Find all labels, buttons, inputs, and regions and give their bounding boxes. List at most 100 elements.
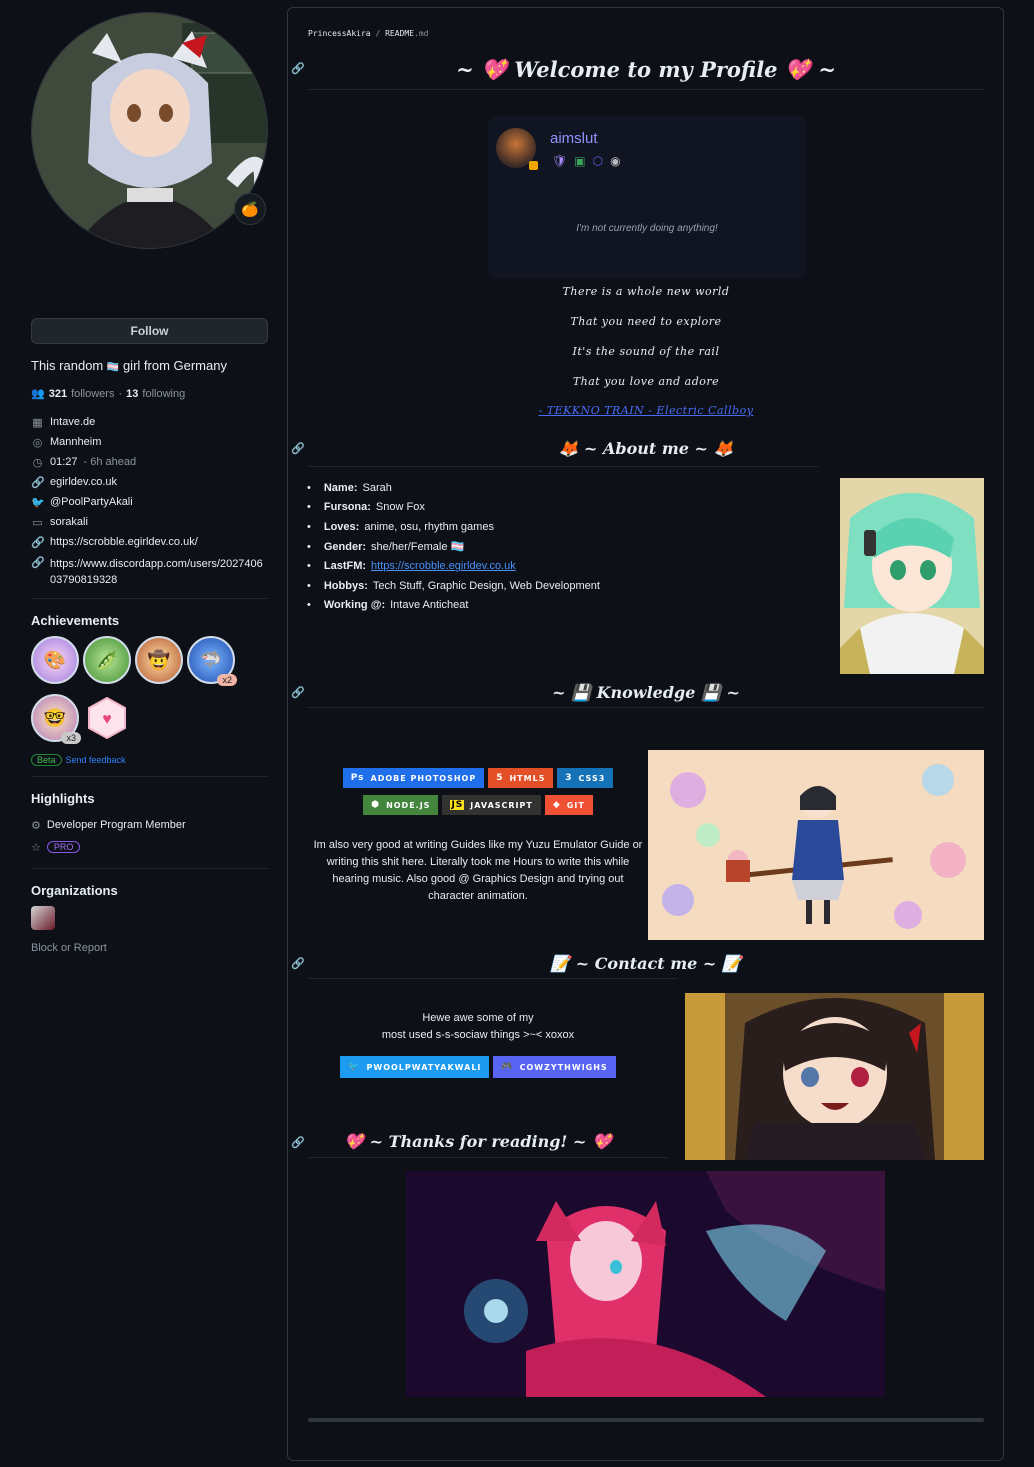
badge-html5[interactable]: 5 HTML5 (488, 768, 554, 788)
about-value: anime, osu, rhythm games (364, 520, 494, 533)
verified-dev-icon: ⬡ (592, 154, 604, 168)
bio-before: This random (31, 358, 104, 373)
badge-label: PWOOLPWATYAKWALI (366, 1062, 482, 1072)
crumb-user[interactable]: PrincessAkira (308, 29, 371, 38)
about-item: Hobbys: Tech Stuff, Graphic Design, Web D… (307, 576, 600, 596)
social-link-row-1: 🔗 https://scrobble.egirldev.co.uk/ (31, 536, 268, 556)
twitter-bird-icon: 🐦 (31, 497, 45, 509)
about-heading: 🦊 ~ About me ~ 🦊 (558, 439, 734, 458)
social-link-row-2: 🔗 https://www.discordapp.com/users/20274… (31, 556, 268, 588)
lastfm-link[interactable]: https://scrobble.egirldev.co.uk (371, 560, 516, 572)
heading-rule (308, 466, 818, 467)
highlight-pro: ☆ PRO (31, 836, 268, 858)
anchor-link-icon[interactable]: 🔗 (291, 957, 305, 970)
link-icon: 🔗 (31, 537, 45, 549)
knowledge-heading: ~ 💾 Knowledge 💾 ~ (552, 683, 740, 702)
knowledge-image (648, 750, 984, 940)
anchor-link-icon[interactable]: 🔗 (291, 442, 305, 455)
scrobble-link[interactable]: https://scrobble.egirldev.co.uk/ (50, 536, 198, 548)
org-avatar[interactable] (31, 906, 55, 930)
badge-photoshop[interactable]: Ps ADOBE PHOTOSHOP (342, 768, 485, 788)
badge-label: HTML5 (509, 773, 546, 783)
website-row: 🔗 egirldev.co.uk (31, 476, 268, 496)
git-icon: ◆ (552, 800, 561, 810)
about-label: Name: (323, 481, 358, 494)
anchor-link-icon[interactable]: 🔗 (291, 62, 305, 75)
link-icon: 🔗 (31, 477, 45, 489)
song-link[interactable]: - TEKKNO TRAIN - Electric Callboy (539, 404, 754, 417)
about-item: Fursona: Snow Fox (307, 498, 600, 518)
block-report-link[interactable]: Block or Report (31, 942, 268, 954)
link-icon: 🔗 (31, 557, 45, 569)
feedback-row: Beta Send feedback (31, 754, 268, 766)
about-label: Hobbys: (323, 579, 368, 592)
html5-icon: 5 (496, 773, 504, 783)
achievement-quickdraw[interactable]: 🤠 (135, 636, 183, 684)
anchor-link-icon[interactable]: 🔗 (291, 1136, 305, 1149)
cpu-icon: ⚙ (31, 819, 41, 832)
about-image (840, 478, 984, 674)
twitch-link[interactable]: sorakali (50, 516, 88, 528)
website-link[interactable]: egirldev.co.uk (50, 476, 117, 488)
nodejs-icon: ⬢ (371, 800, 381, 810)
badge-label: CSS3 (578, 773, 606, 783)
anchor-link-icon[interactable]: 🔗 (291, 686, 305, 699)
about-item: Working @: Intave Anticheat (307, 596, 600, 616)
discord-status: I'm not currently doing anything! (576, 223, 718, 234)
hypesquad-icon: 🛡 (552, 154, 568, 168)
css3-icon: 3 (565, 773, 573, 783)
building-icon: ▦ (32, 417, 43, 429)
achievement-yolo[interactable]: 🎨 (31, 636, 79, 684)
badge-discord[interactable]: 🎮 COWZYTHWIGHS (493, 1056, 616, 1078)
company: Intave.de (50, 416, 96, 428)
discord-badges: 🛡 ▣ ⬡ ◉ (552, 154, 621, 168)
followers-label[interactable]: followers (71, 388, 114, 400)
location-pin-icon: ◎ (32, 437, 43, 449)
breadcrumb: PrincessAkira / README.md (308, 29, 428, 38)
avatar[interactable] (31, 12, 268, 249)
dev-program-label: Developer Program Member (46, 819, 186, 831)
heading-rule (308, 1157, 668, 1158)
status-emoji[interactable]: 🍊 (234, 193, 266, 225)
highlights-title: Highlights (31, 791, 95, 806)
following-label[interactable]: following (142, 388, 185, 400)
badge-javascript[interactable]: JS JAVASCRIPT (442, 795, 541, 815)
twitter-link[interactable]: @PoolPartyAkali (50, 496, 133, 508)
send-feedback-link[interactable]: Send feedback (66, 755, 126, 765)
following-count[interactable]: 13 (126, 388, 138, 400)
badge-label: COWZYTHWIGHS (519, 1062, 608, 1072)
contact-badges: 🐦 PWOOLPWATYAKWALI 🎮 COWZYTHWIGHS (308, 1056, 648, 1078)
about-value: she/her/Female 🏳️‍⚧️ (371, 541, 465, 554)
clock-icon: ◷ (32, 457, 43, 469)
location: Mannheim (50, 436, 102, 448)
readme-panel: PrincessAkira / README.md 🔗 ~ 💖 Welcome … (287, 7, 1004, 1461)
about-item: Loves: anime, osu, rhythm games (307, 517, 600, 537)
badge-git[interactable]: ◆ GIT (544, 795, 593, 815)
crumb-separator: / (375, 29, 381, 38)
discord-presence-card[interactable]: aimslut 🛡 ▣ ⬡ ◉ I'm not currently doing … (488, 116, 806, 279)
achievement-pair-extraordinaire[interactable]: 🫛 (83, 636, 131, 684)
achievement-galaxy-brain[interactable]: 🤓 x3 (31, 694, 81, 744)
twitch-row: ▭ sorakali (31, 516, 268, 536)
achievement-pull-shark[interactable]: 🦈 x2 (187, 636, 237, 686)
follow-button[interactable]: Follow (31, 318, 268, 344)
about-label: Gender: (323, 540, 367, 553)
bottom-scroll-bar (308, 1418, 984, 1422)
discord-avatar (496, 128, 538, 170)
people-icon: 👥 (31, 388, 45, 400)
nitro-icon: ◉ (610, 154, 621, 168)
badge-nodejs[interactable]: ⬢ NODE.JS (363, 795, 439, 815)
photoshop-icon: Ps (350, 773, 365, 783)
contact-image (685, 993, 984, 1160)
follow-stats: 👥 321 followers · 13 following (31, 387, 186, 401)
twitch-icon: ▭ (32, 517, 43, 529)
thanks-heading: 💖 ~ Thanks for reading! ~ 💖 (344, 1132, 612, 1151)
achievement-heart-on-sleeve[interactable]: ♥ (83, 694, 131, 742)
badge-label: GIT (566, 800, 585, 810)
badge-twitter[interactable]: 🐦 PWOOLPWATYAKWALI (340, 1056, 490, 1078)
badge-css3[interactable]: 3 CSS3 (557, 768, 614, 788)
followers-count[interactable]: 321 (49, 388, 67, 400)
discord-link[interactable]: https://www.discordapp.com/users/2027406… (50, 556, 268, 588)
song-link-wrap: - TEKKNO TRAIN - Electric Callboy (308, 404, 984, 417)
about-value: Snow Fox (375, 501, 425, 514)
